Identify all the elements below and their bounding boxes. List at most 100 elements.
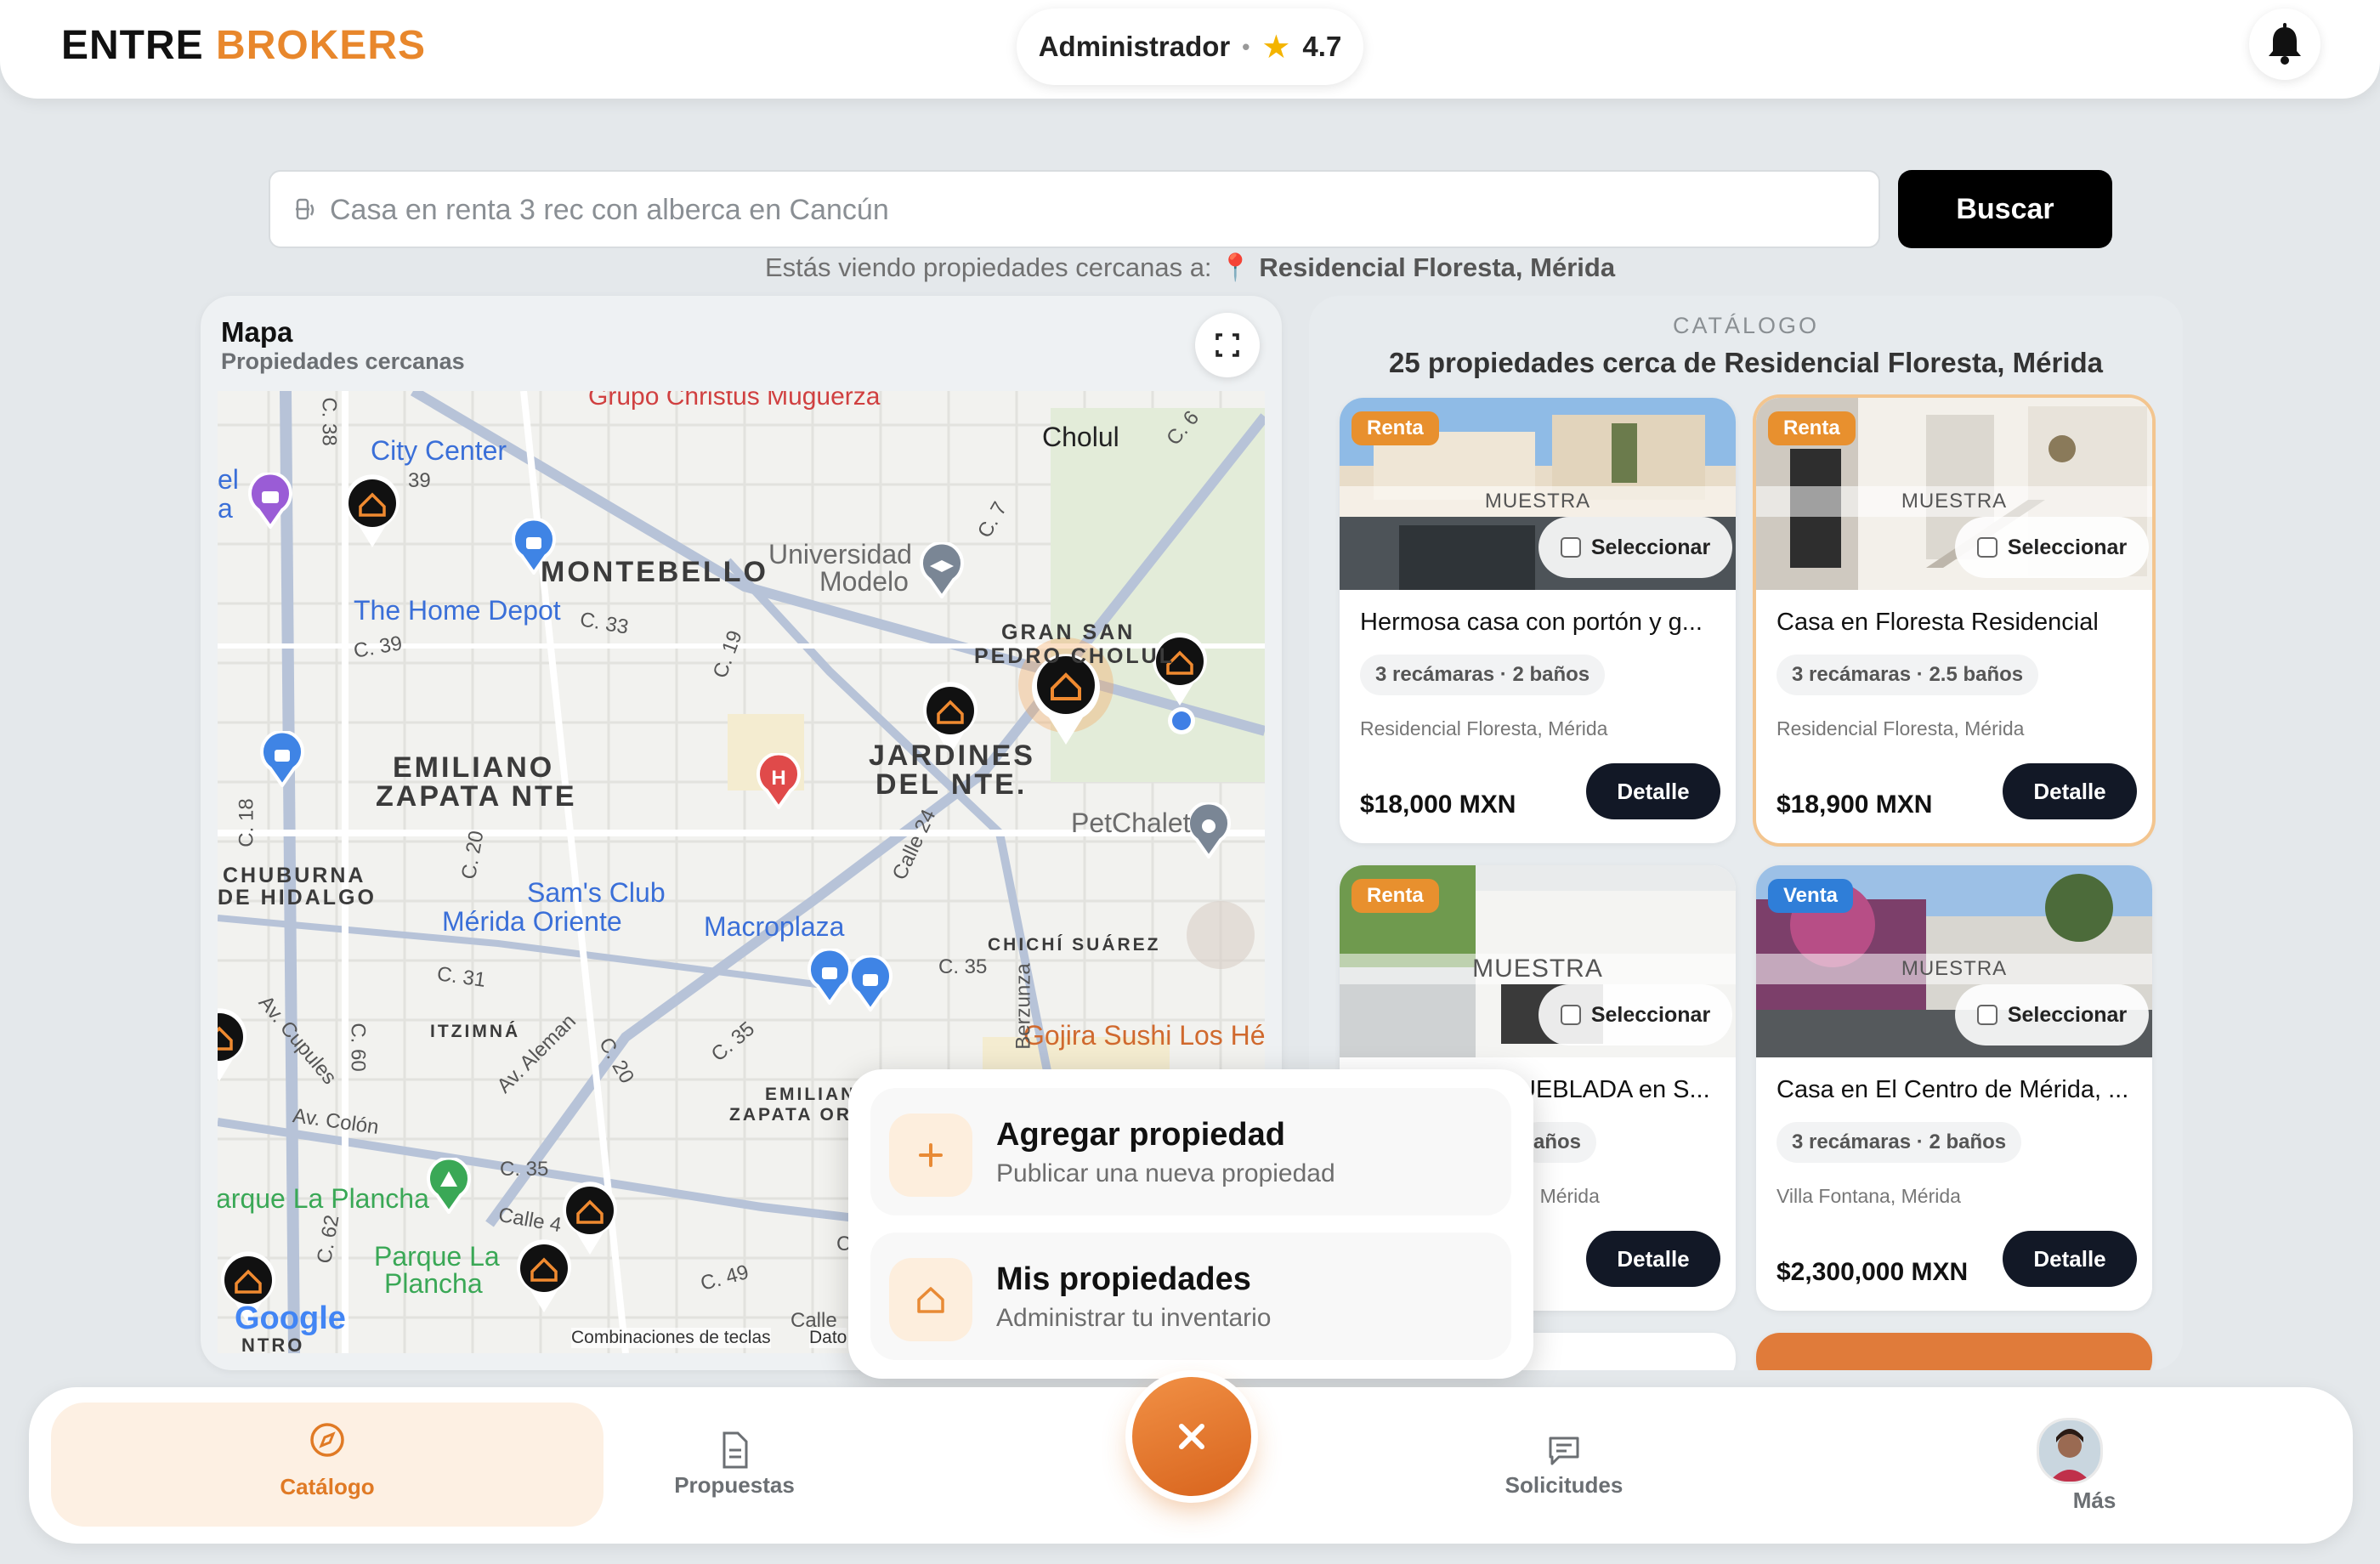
fullscreen-button[interactable] <box>1195 313 1260 377</box>
bell-icon <box>2269 23 2301 65</box>
action-title: Mis propiedades <box>996 1261 1251 1297</box>
street-label: Calle <box>790 1309 837 1332</box>
sample-watermark: MUESTRA <box>1756 954 2152 984</box>
keyboard-shortcuts-link[interactable]: Combinaciones de teclas <box>571 1328 771 1348</box>
catalog-title: 25 propiedades cerca de Residencial Flor… <box>1388 347 2104 378</box>
property-location: Residencial Floresta, Mérida <box>1776 717 2025 740</box>
search-input[interactable] <box>328 180 1862 240</box>
checkbox-icon[interactable] <box>1560 1005 1581 1025</box>
property-title: Casa en El Centro de Mérida, ... <box>1776 1076 2129 1103</box>
street-label: C. 60 <box>346 1023 370 1072</box>
expand-icon <box>1216 333 1239 357</box>
listing-type-badge: Renta <box>1352 411 1439 445</box>
map-label: ZAPATA ORI <box>729 1105 859 1125</box>
search-button[interactable]: Buscar <box>1898 170 2112 248</box>
map-label: Sam's Club <box>527 877 666 908</box>
property-price: $2,300,000 MXN <box>1776 1258 1969 1286</box>
svg-text:H: H <box>771 767 785 790</box>
tab-catalogo[interactable]: Catálogo <box>51 1402 604 1527</box>
select-checkbox[interactable]: Seleccionar <box>1955 517 2149 578</box>
map-label: Macroplaza <box>704 911 845 942</box>
property-marker[interactable] <box>1149 631 1210 707</box>
checkbox-icon[interactable] <box>1976 537 1998 558</box>
property-card[interactable]: Venta MUESTRA Seleccionar Casa en El Cen… <box>1756 865 2152 1311</box>
map-label: arque La Plancha <box>218 1183 429 1214</box>
nearby-location: Residencial Floresta, Mérida <box>1259 252 1616 282</box>
property-specs: 3 recámaras · 2.5 baños <box>1776 654 2039 695</box>
checkbox-icon[interactable] <box>1976 1005 1998 1025</box>
map-label: GRAN SAN <box>1001 620 1136 644</box>
map-label: Gojira Sushi Los Hér <box>1023 1020 1265 1051</box>
search-field[interactable] <box>269 170 1880 248</box>
map-label: City Center <box>371 435 507 466</box>
property-specs: 3 recámaras · 2 baños <box>1360 654 1606 695</box>
poi-marker-hospital[interactable]: H <box>755 753 802 809</box>
star-icon: ★ <box>1261 29 1291 65</box>
user-photo <box>2039 1420 2100 1482</box>
close-actions-button[interactable] <box>1132 1377 1251 1496</box>
poi-marker-university[interactable] <box>918 542 966 598</box>
select-checkbox[interactable]: Seleccionar <box>1538 517 1732 578</box>
select-checkbox[interactable]: Seleccionar <box>1538 984 1732 1046</box>
map-subtitle: Propiedades cercanas <box>221 348 465 374</box>
sample-watermark: MUESTRA <box>1340 486 1736 517</box>
compass-icon <box>310 1423 344 1457</box>
detail-button[interactable]: Detalle <box>2003 1231 2137 1287</box>
poi-marker-petchalet[interactable] <box>1185 802 1232 858</box>
map-label: The Home Depot <box>354 595 561 626</box>
google-logo: Google <box>235 1300 346 1336</box>
document-icon <box>722 1431 748 1469</box>
top-header: ENTRE BROKERS Administrador • ★ 4.7 <box>0 0 2380 99</box>
listing-type-badge: Venta <box>1768 879 1854 913</box>
message-icon <box>1549 1436 1579 1465</box>
map-label: el <box>218 464 239 495</box>
tab-solicitudes[interactable]: Solicitudes <box>1428 1387 1700 1544</box>
map-label: Cholul <box>1042 422 1119 452</box>
street-label: Berzunza <box>1012 963 1035 1050</box>
my-properties-action[interactable]: Mis propiedades Administrar tu inventari… <box>870 1232 1511 1360</box>
detail-button[interactable]: Detalle <box>1586 1231 1720 1287</box>
separator-dot: • <box>1242 33 1250 60</box>
avatar[interactable] <box>2037 1418 2103 1484</box>
action-title: Agregar propiedad <box>996 1117 1285 1153</box>
property-location: Villa Fontana, Mérida <box>1776 1185 1961 1207</box>
action-subtitle: Administrar tu inventario <box>996 1304 1272 1332</box>
property-marker[interactable] <box>342 473 403 549</box>
map-label: Plancha <box>384 1268 483 1299</box>
property-marker[interactable] <box>513 1238 575 1314</box>
property-title: UEBLADA en S... <box>1518 1076 1710 1103</box>
property-marker[interactable] <box>218 1006 250 1083</box>
map-label: ITZIMNÁ <box>430 1022 521 1041</box>
map-label: MONTEBELLO <box>541 556 768 588</box>
property-card-selected[interactable]: Renta MUESTRA Seleccionar Casa en Flores… <box>1756 398 2152 843</box>
street-label: C. 35 <box>500 1158 549 1181</box>
action-subtitle: Publicar una nueva propiedad <box>996 1159 1335 1187</box>
detail-button[interactable]: Detalle <box>2003 763 2137 819</box>
sample-watermark: MUESTRA <box>1340 954 1736 984</box>
rating-value: 4.7 <box>1302 31 1342 62</box>
pin-icon: 📍 <box>1219 252 1252 282</box>
property-card-partial[interactable] <box>1756 1333 2152 1370</box>
poi-marker-home-depot[interactable] <box>258 731 306 787</box>
catalog-kicker: CATÁLOGO <box>1672 313 1820 338</box>
street-label: C. 38 <box>317 397 341 446</box>
poi-marker-park[interactable] <box>425 1158 473 1214</box>
brand-logo[interactable]: ENTRE BROKERS <box>61 22 426 69</box>
tab-propuestas[interactable]: Propuestas <box>598 1387 870 1544</box>
poi-marker-purple[interactable] <box>246 473 294 529</box>
role-rating-pill[interactable]: Administrador • ★ 4.7 <box>1017 8 1363 85</box>
map-label: PEDRO CHOLUL <box>974 644 1175 668</box>
select-checkbox[interactable]: Seleccionar <box>1955 984 2149 1046</box>
add-property-action[interactable]: Agregar propiedad Publicar una nueva pro… <box>870 1088 1511 1216</box>
street-label: C. 35 <box>938 955 988 978</box>
property-card[interactable]: Renta MUESTRA Seleccionar Hermosa casa c… <box>1340 398 1736 843</box>
detail-button[interactable]: Detalle <box>1586 763 1720 819</box>
role-label: Administrador <box>1038 31 1231 62</box>
notifications-button[interactable] <box>2249 8 2320 80</box>
street-label: C. 18 <box>235 798 258 847</box>
home-icon <box>889 1258 972 1341</box>
checkbox-icon[interactable] <box>1560 537 1581 558</box>
map-label: ZAPATA NTE <box>376 780 577 813</box>
poi-marker-macroplaza[interactable] <box>847 955 894 1012</box>
map-label: Grupo Christus Muguerza <box>588 391 881 411</box>
